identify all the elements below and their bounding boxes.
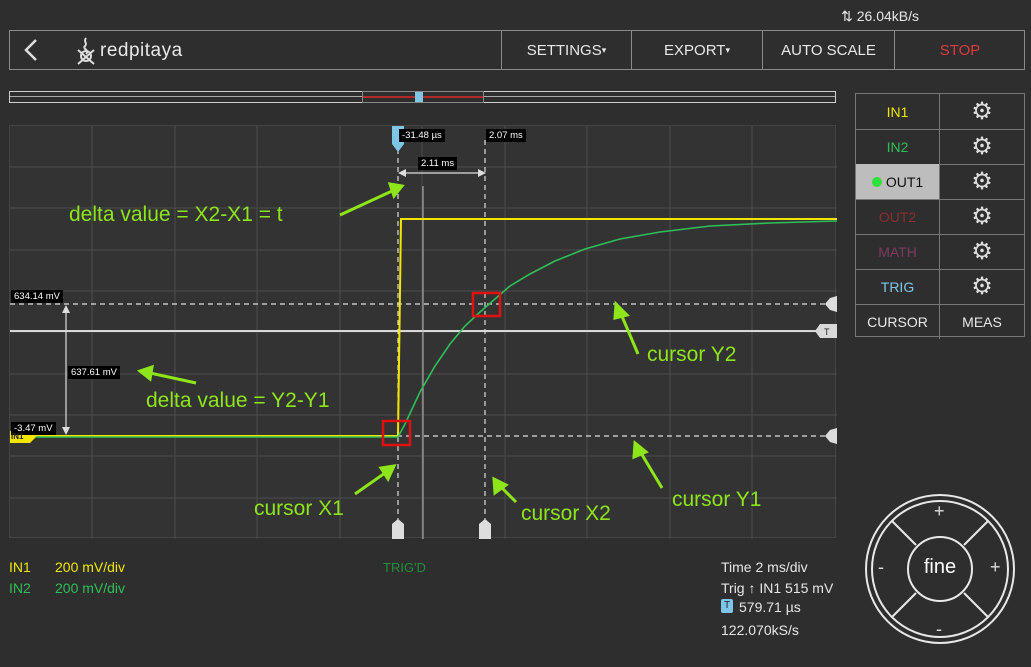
gear-icon[interactable]: ⚙ [940, 129, 1024, 164]
export-menu-button[interactable]: EXPORT ▾ [631, 31, 762, 69]
trigger-position-marker[interactable] [415, 92, 423, 102]
dropdown-caret-icon: ▾ [725, 44, 730, 55]
channel-out2-button[interactable]: OUT2 [856, 199, 940, 234]
in1-scale: 200 mV/div [55, 559, 126, 575]
data-rate-indicator: ⇅ 26.04kB/s [841, 8, 919, 25]
top-toolbar: redpitaya SETTINGS ▾ EXPORT ▾ AUTO SCALE S… [9, 30, 1025, 70]
trigger-info: Trig ↑ IN1 515 mV [721, 580, 833, 596]
svg-text:T: T [824, 327, 830, 337]
in2-scale: 200 mV/div [55, 580, 126, 596]
scrollbar-signal-marker [363, 96, 483, 98]
up-plus-button[interactable]: + [934, 501, 945, 522]
fine-control-dial[interactable]: fine + - - + [864, 493, 1016, 645]
trig-source-level: IN1 515 mV [759, 580, 834, 596]
channel-row-out2: OUT2 ⚙ [856, 199, 1024, 235]
time-per-div: Time 2 ms/div [721, 559, 808, 575]
gear-icon[interactable]: ⚙ [940, 269, 1024, 304]
channel-in2-button[interactable]: IN2 [856, 129, 940, 164]
cursor-button[interactable]: CURSOR [856, 304, 940, 339]
stop-button[interactable]: STOP [894, 31, 1025, 69]
autoscale-button[interactable]: AUTO SCALE [762, 31, 894, 69]
time-scrollbar[interactable] [9, 91, 836, 103]
channel-row-out1: OUT1 ⚙ [856, 164, 1024, 200]
channel-out1-button[interactable]: OUT1 [856, 164, 940, 199]
active-dot-icon [871, 176, 882, 187]
meas-button[interactable]: MEAS [940, 304, 1024, 339]
channel-row-in2: IN2 ⚙ [856, 129, 1024, 165]
tools-row: CURSOR MEAS [856, 304, 1024, 339]
brand-name: redpitaya [100, 40, 183, 61]
plot-grid-and-traces: T [10, 126, 837, 539]
annotation-cursor-y2: cursor Y2 [647, 343, 737, 366]
delta-y-label: 637.61 mV [68, 366, 120, 379]
in1-label: IN1 [9, 559, 31, 575]
trigger-time: 579.71 µs [739, 599, 801, 615]
channel-panel: IN1 ⚙ IN2 ⚙ OUT1 ⚙ OUT2 ⚙ MATH ⚙ TRIG ⚙ … [855, 93, 1025, 339]
gear-icon[interactable]: ⚙ [940, 94, 1024, 129]
updown-arrows-icon: ⇅ [841, 8, 853, 24]
sample-rate: 122.070kS/s [721, 622, 799, 638]
channel-trig-button[interactable]: TRIG [856, 269, 940, 304]
channel-math-button[interactable]: MATH [856, 234, 940, 269]
annotation-cursor-x2: cursor X2 [521, 502, 611, 525]
channel-row-in1: IN1 ⚙ [856, 94, 1024, 130]
settings-menu-button[interactable]: SETTINGS ▾ [501, 31, 631, 69]
in1-channel-marker[interactable]: IN1 [11, 432, 23, 441]
channel-in1-button[interactable]: IN1 [856, 94, 940, 129]
channel-row-math: MATH ⚙ [856, 234, 1024, 270]
trig-prefix: Trig [721, 580, 745, 596]
cursor-x2-label: 2.07 ms [486, 129, 526, 142]
cursor-y2-label: 634.14 mV [11, 290, 63, 303]
cursor-x1-label: -31.48 µs [399, 129, 445, 142]
oscilloscope-plot[interactable]: T -31.48 µs 2.07 ms 2.11 ms 634.14 mV 63… [9, 125, 837, 539]
back-arrow-icon[interactable] [20, 37, 44, 63]
channel-row-trig: TRIG ⚙ [856, 269, 1024, 305]
right-plus-button[interactable]: + [990, 557, 1001, 578]
scrollbar-view-window[interactable] [362, 91, 484, 103]
gear-icon[interactable]: ⚙ [940, 199, 1024, 234]
redpitaya-logo-icon [74, 36, 98, 66]
annotation-cursor-x1: cursor X1 [254, 497, 344, 520]
dropdown-caret-icon: ▾ [601, 44, 607, 55]
trigger-status: TRIG'D [383, 560, 426, 575]
gear-icon[interactable]: ⚙ [940, 234, 1024, 269]
fine-button[interactable]: fine [918, 556, 962, 579]
left-minus-button[interactable]: - [878, 557, 884, 578]
down-minus-button[interactable]: - [936, 619, 942, 640]
channel-out1-label: OUT1 [885, 173, 924, 190]
annotation-delta-x: delta value = X2-X1 = t [69, 203, 283, 226]
delta-x-label: 2.11 ms [418, 157, 458, 170]
rising-edge-icon: ↑ [748, 580, 756, 596]
export-label: EXPORT [664, 41, 726, 59]
annotation-delta-y: delta value = Y2-Y1 [146, 389, 330, 412]
settings-label: SETTINGS [526, 41, 602, 59]
annotation-cursor-y1: cursor Y1 [672, 488, 762, 511]
data-rate-text: 26.04kB/s [856, 8, 919, 24]
trigger-time-icon: T [721, 599, 733, 613]
in2-label: IN2 [9, 580, 31, 596]
gear-icon[interactable]: ⚙ [940, 164, 1024, 199]
